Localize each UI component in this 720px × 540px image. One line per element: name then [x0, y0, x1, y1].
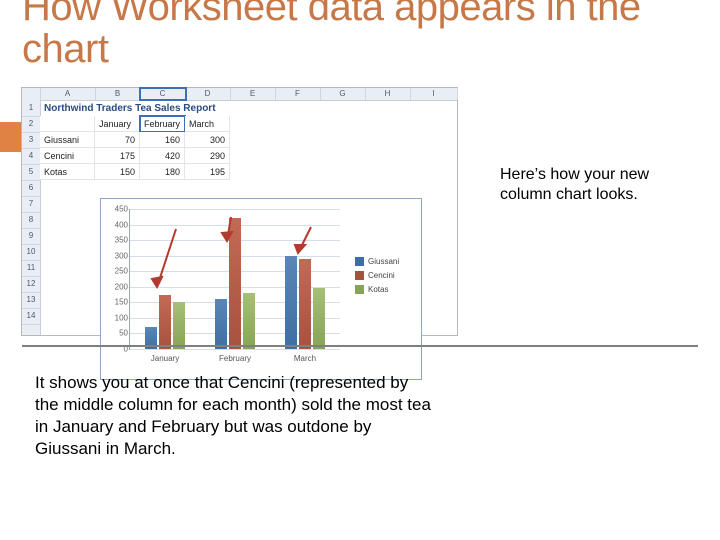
- ytick: 350: [106, 236, 128, 245]
- row-7: 7: [22, 196, 40, 213]
- ytick: 150: [106, 298, 128, 307]
- row-9: 9: [22, 228, 40, 245]
- page-title: How Worksheet data appears in the chart: [22, 0, 702, 70]
- row-5: 5: [22, 164, 40, 181]
- bar-Cencini-February: [229, 218, 241, 349]
- hdr-mar: March: [185, 116, 230, 132]
- ytick: 200: [106, 282, 128, 291]
- row-13: 13: [22, 292, 40, 309]
- val-0-1: 160: [140, 132, 185, 148]
- bar-Cencini-January: [159, 295, 171, 349]
- row-1: 1: [22, 100, 40, 117]
- legend-label-2: Kotas: [368, 285, 388, 294]
- ytick: 100: [106, 313, 128, 322]
- row-12: 12: [22, 276, 40, 293]
- val-0-2: 300: [185, 132, 230, 148]
- bar-Kotas-February: [243, 293, 255, 349]
- val-0-0: 70: [95, 132, 140, 148]
- plot-area: 050100150200250300350400450JanuaryFebrua…: [129, 209, 340, 350]
- name-1: Cencini: [40, 148, 95, 164]
- spreadsheet-graphic: A B C D E F G H I 1 2 3 4 5 6 7 8 9 10 1…: [22, 88, 457, 335]
- body-text: It shows you at once that Cencini (repre…: [35, 372, 435, 460]
- hdr-jan: January: [95, 116, 140, 132]
- xtick: January: [135, 354, 195, 363]
- row-10: 10: [22, 244, 40, 261]
- divider: [22, 345, 698, 347]
- legend-label-0: Giussani: [368, 257, 399, 266]
- col-G: G: [320, 88, 366, 100]
- ytick: 450: [106, 205, 128, 214]
- ytick: 250: [106, 267, 128, 276]
- ytick: 400: [106, 220, 128, 229]
- val-1-0: 175: [95, 148, 140, 164]
- legend-label-1: Cencini: [368, 271, 395, 280]
- val-1-1: 420: [140, 148, 185, 164]
- val-2-0: 150: [95, 164, 140, 180]
- accent-bar: [0, 122, 22, 152]
- col-A: A: [40, 88, 96, 100]
- hdr-blank: [40, 116, 95, 132]
- xtick: March: [275, 354, 335, 363]
- row-11: 11: [22, 260, 40, 277]
- row-4: 4: [22, 148, 40, 165]
- bar-Giussani-February: [215, 299, 227, 349]
- val-2-1: 180: [140, 164, 185, 180]
- col-E: E: [230, 88, 276, 100]
- bar-Kotas-March: [313, 288, 325, 349]
- val-2-2: 195: [185, 164, 230, 180]
- col-F: F: [275, 88, 321, 100]
- name-0: Giussani: [40, 132, 95, 148]
- caption-text: Here’s how your new column chart looks.: [500, 165, 700, 205]
- bar-Cencini-March: [299, 259, 311, 349]
- name-2: Kotas: [40, 164, 95, 180]
- hdr-feb: February: [140, 116, 185, 132]
- col-H: H: [365, 88, 411, 100]
- legend-item-1: Cencini: [355, 269, 415, 283]
- xtick: February: [205, 354, 265, 363]
- legend-item-0: Giussani: [355, 255, 415, 269]
- bar-Kotas-January: [173, 302, 185, 349]
- row-3: 3: [22, 132, 40, 149]
- row-8: 8: [22, 212, 40, 229]
- ytick: 50: [106, 329, 128, 338]
- corner-cell: [22, 88, 41, 100]
- row-14: 14: [22, 308, 40, 325]
- col-D: D: [185, 88, 231, 100]
- col-C: C: [140, 88, 186, 100]
- column-chart: 050100150200250300350400450JanuaryFebrua…: [100, 198, 422, 380]
- row-2: 2: [22, 116, 40, 133]
- val-1-2: 290: [185, 148, 230, 164]
- bar-Giussani-March: [285, 256, 297, 349]
- ytick: 300: [106, 251, 128, 260]
- legend: Giussani Cencini Kotas: [355, 255, 415, 297]
- col-I: I: [410, 88, 458, 100]
- col-B: B: [95, 88, 141, 100]
- legend-item-2: Kotas: [355, 283, 415, 297]
- sheet-title: Northwind Traders Tea Sales Report: [44, 101, 244, 117]
- row-6: 6: [22, 180, 40, 197]
